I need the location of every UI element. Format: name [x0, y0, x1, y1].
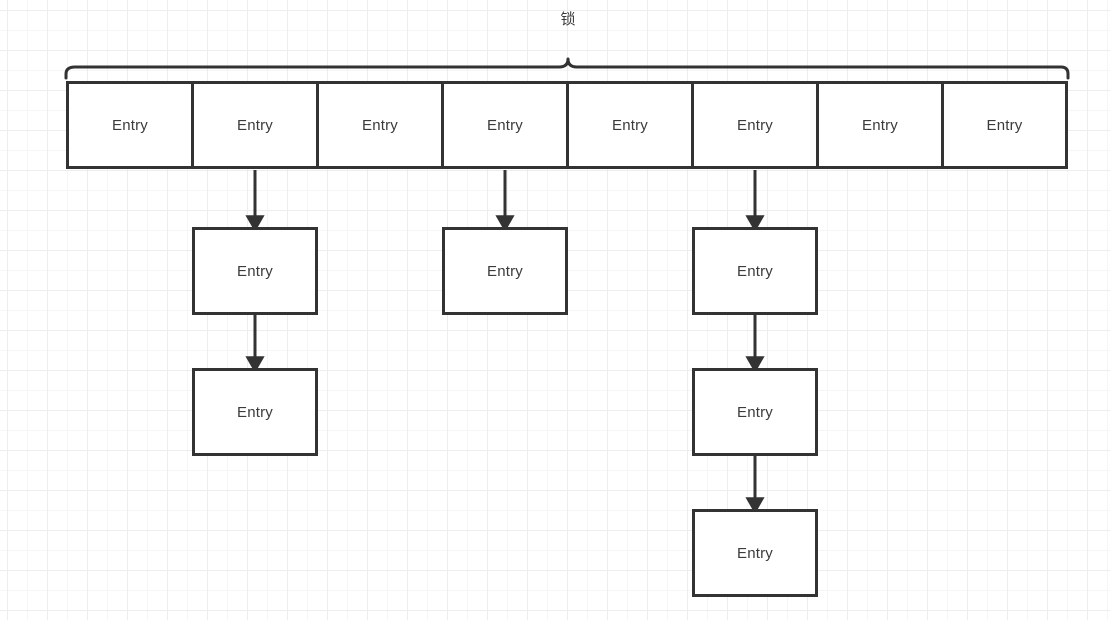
- bucket-cell-7[interactable]: Entry: [816, 81, 944, 169]
- bucket-cell-label: Entry: [236, 116, 273, 134]
- diagram-canvas: 锁 Entry Entry Entry Entry Entry Entry En…: [0, 0, 1110, 620]
- lock-label: 锁: [560, 11, 576, 28]
- bucket-cell-6[interactable]: Entry: [691, 81, 819, 169]
- chain3-node-1[interactable]: Entry: [692, 227, 818, 315]
- chain-node-label: Entry: [236, 403, 273, 421]
- bucket-cell-label: Entry: [861, 116, 898, 134]
- bucket-cell-label: Entry: [111, 116, 148, 134]
- chain1-node-1[interactable]: Entry: [192, 227, 318, 315]
- bucket-cell-1[interactable]: Entry: [66, 81, 194, 169]
- chain-node-label: Entry: [236, 262, 273, 280]
- chain-node-label: Entry: [486, 262, 523, 280]
- bucket-cell-label: Entry: [611, 116, 648, 134]
- chain-node-label: Entry: [736, 544, 773, 562]
- chain2-node-1[interactable]: Entry: [442, 227, 568, 315]
- bucket-cell-3[interactable]: Entry: [316, 81, 444, 169]
- chain-node-label: Entry: [736, 403, 773, 421]
- bucket-cell-label: Entry: [736, 116, 773, 134]
- bucket-cell-label: Entry: [486, 116, 523, 134]
- chain3-node-2[interactable]: Entry: [692, 368, 818, 456]
- bucket-cell-label: Entry: [986, 116, 1023, 134]
- chain3-node-3[interactable]: Entry: [692, 509, 818, 597]
- chain1-node-2[interactable]: Entry: [192, 368, 318, 456]
- bucket-cell-2[interactable]: Entry: [191, 81, 319, 169]
- bucket-cell-5[interactable]: Entry: [566, 81, 694, 169]
- bucket-cell-8[interactable]: Entry: [941, 81, 1068, 169]
- lock-brace: [64, 57, 1070, 80]
- bucket-cell-label: Entry: [361, 116, 398, 134]
- bucket-cell-4[interactable]: Entry: [441, 81, 569, 169]
- chain-node-label: Entry: [736, 262, 773, 280]
